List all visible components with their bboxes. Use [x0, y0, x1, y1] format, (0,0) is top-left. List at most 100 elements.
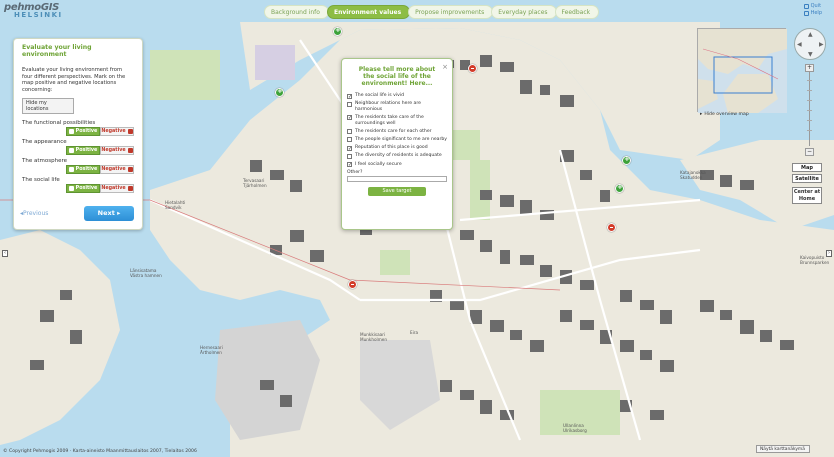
positive-label: Positive	[75, 186, 98, 192]
positive-marker[interactable]	[622, 155, 631, 165]
positive-marker[interactable]	[333, 26, 342, 36]
negative-label: Negative	[101, 186, 126, 192]
negative-button[interactable]: Negative	[100, 184, 134, 194]
thumbs-up-icon	[68, 129, 74, 135]
other-input[interactable]	[347, 175, 447, 182]
previous-link[interactable]: ◂Previous	[20, 210, 48, 217]
map-view-button[interactable]: Näytä karttanäkymä	[756, 445, 810, 453]
option-label: The social life is vivid	[355, 93, 405, 98]
option-label: Neighbour relations here are harmonious	[355, 101, 421, 112]
step-navigation: Background info Environment values Propo…	[264, 5, 600, 19]
center-home-button[interactable]: Center at Home	[792, 187, 822, 204]
option-list: ✓ The social life is vivid Neighbour relat…	[347, 93, 447, 168]
chevron-down-icon: ▸	[700, 112, 703, 117]
negative-button[interactable]: Negative	[100, 165, 134, 175]
satellite-type-button[interactable]: Satellite	[792, 174, 822, 183]
option-row[interactable]: Neighbour relations here are harmonious	[347, 101, 447, 112]
quit-label: Quit	[810, 3, 822, 9]
map-type-button[interactable]: Map	[792, 163, 822, 172]
other-label: Other?	[347, 169, 363, 175]
negative-marker[interactable]	[348, 280, 357, 289]
pan-right-edge-icon[interactable]: ›	[826, 250, 832, 257]
map-label: Ulrikasborg	[563, 428, 587, 433]
panel-navigation: ◂Previous Next ▸	[20, 206, 134, 221]
positive-marker[interactable]	[275, 87, 284, 97]
logo: pehmoGIS HELSINKI	[4, 2, 63, 19]
checkbox-checked[interactable]: ✓	[347, 115, 352, 121]
positive-label: Positive	[75, 129, 98, 135]
option-row[interactable]: ✓ Reputation of this place is good	[347, 145, 447, 151]
save-target-button[interactable]: Save target	[368, 186, 426, 196]
option-row[interactable]: ✓ I feel socially secure	[347, 162, 447, 168]
positive-button[interactable]: Positive	[66, 184, 100, 194]
step-feedback[interactable]: Feedback	[554, 5, 600, 19]
thumbs-down-icon	[127, 167, 133, 173]
help-link[interactable]: Help	[803, 10, 822, 17]
positive-marker[interactable]	[615, 183, 624, 193]
negative-button[interactable]: Negative	[100, 146, 134, 156]
negative-button[interactable]: Negative	[100, 127, 134, 137]
checkbox-checked[interactable]: ✓	[347, 162, 352, 168]
positive-label: Positive	[75, 167, 98, 173]
pan-up-icon[interactable]: ▲	[808, 31, 813, 38]
zoom-out-button[interactable]: −	[805, 148, 814, 156]
thumbs-down-icon	[127, 148, 133, 154]
overview-map[interactable]	[697, 28, 787, 113]
option-row[interactable]: The diversity of residents is adequate	[347, 153, 447, 159]
positive-button[interactable]: Positive	[66, 127, 100, 137]
option-row[interactable]: The people significant to me are nearby	[347, 137, 447, 143]
positive-button[interactable]: Positive	[66, 146, 100, 156]
popup-title: Please tell more about the social life o…	[358, 66, 436, 87]
next-button[interactable]: Next ▸	[84, 206, 134, 221]
zoom-tick	[807, 100, 812, 101]
map-label: Skatudden	[680, 175, 703, 180]
social-life-popup: × Please tell more about the social life…	[341, 58, 453, 230]
map-label: Brunnsparken	[800, 260, 830, 265]
negative-marker[interactable]	[607, 223, 616, 232]
checkbox[interactable]	[347, 137, 352, 143]
map-label: Munkholmen	[360, 337, 388, 342]
zoom-tick	[807, 110, 812, 111]
checkbox[interactable]	[347, 129, 352, 135]
option-label: The residents take care of the surroundi…	[355, 114, 424, 126]
close-icon[interactable]: ×	[442, 63, 448, 71]
option-row[interactable]: The residents care for each other	[347, 129, 447, 135]
pan-control[interactable]: ▲ ▼ ◀ ▶	[794, 28, 826, 60]
zoom-slider[interactable]: + −	[805, 64, 814, 156]
checkbox[interactable]	[347, 153, 352, 159]
rating-row: Positive Negative	[22, 184, 134, 194]
logo-subtext: HELSINKI	[14, 11, 63, 19]
step-everyday-places[interactable]: Everyday places	[491, 5, 557, 19]
positive-button[interactable]: Positive	[66, 165, 100, 175]
zoom-in-button[interactable]: +	[805, 64, 814, 72]
zoom-track	[809, 72, 810, 146]
hide-locations-button[interactable]: Hide my locations	[22, 98, 74, 115]
evaluation-panel: Evaluate your living environment Evaluat…	[13, 38, 143, 230]
checkbox-checked[interactable]: ✓	[347, 93, 352, 99]
checkbox-checked[interactable]: ✓	[347, 145, 352, 151]
checkbox[interactable]	[347, 101, 352, 107]
negative-label: Negative	[101, 148, 126, 154]
pan-down-icon[interactable]: ▼	[808, 51, 813, 58]
zoom-tick	[807, 80, 812, 81]
pan-right-icon[interactable]: ▶	[819, 41, 824, 48]
quit-link[interactable]: Quit	[803, 3, 822, 10]
panel-description: Evaluate your living environment from fo…	[22, 67, 126, 93]
thumbs-up-icon	[68, 148, 74, 154]
thumbs-down-icon	[127, 129, 133, 135]
map-label: Sandvik	[165, 205, 182, 210]
negative-marker[interactable]	[468, 64, 477, 73]
step-background-info[interactable]: Background info	[264, 5, 329, 19]
step-propose-improvements[interactable]: Propose improvements	[408, 5, 494, 19]
pan-left-icon[interactable]: ◀	[797, 41, 802, 48]
option-row[interactable]: ✓ The residents take care of the surround…	[347, 115, 447, 126]
step-environment-values[interactable]: Environment values	[326, 5, 411, 19]
option-row[interactable]: ✓ The social life is vivid	[347, 93, 447, 99]
zoom-tick	[807, 120, 812, 121]
rating-row: Positive Negative	[22, 146, 134, 156]
thumbs-up-icon	[68, 167, 74, 173]
pan-left-edge-icon[interactable]: ‹	[2, 250, 8, 257]
help-icon	[803, 11, 809, 16]
hide-overview-link[interactable]: ▸ Hide overview map	[700, 112, 749, 117]
hide-overview-label: Hide overview map	[704, 112, 749, 117]
